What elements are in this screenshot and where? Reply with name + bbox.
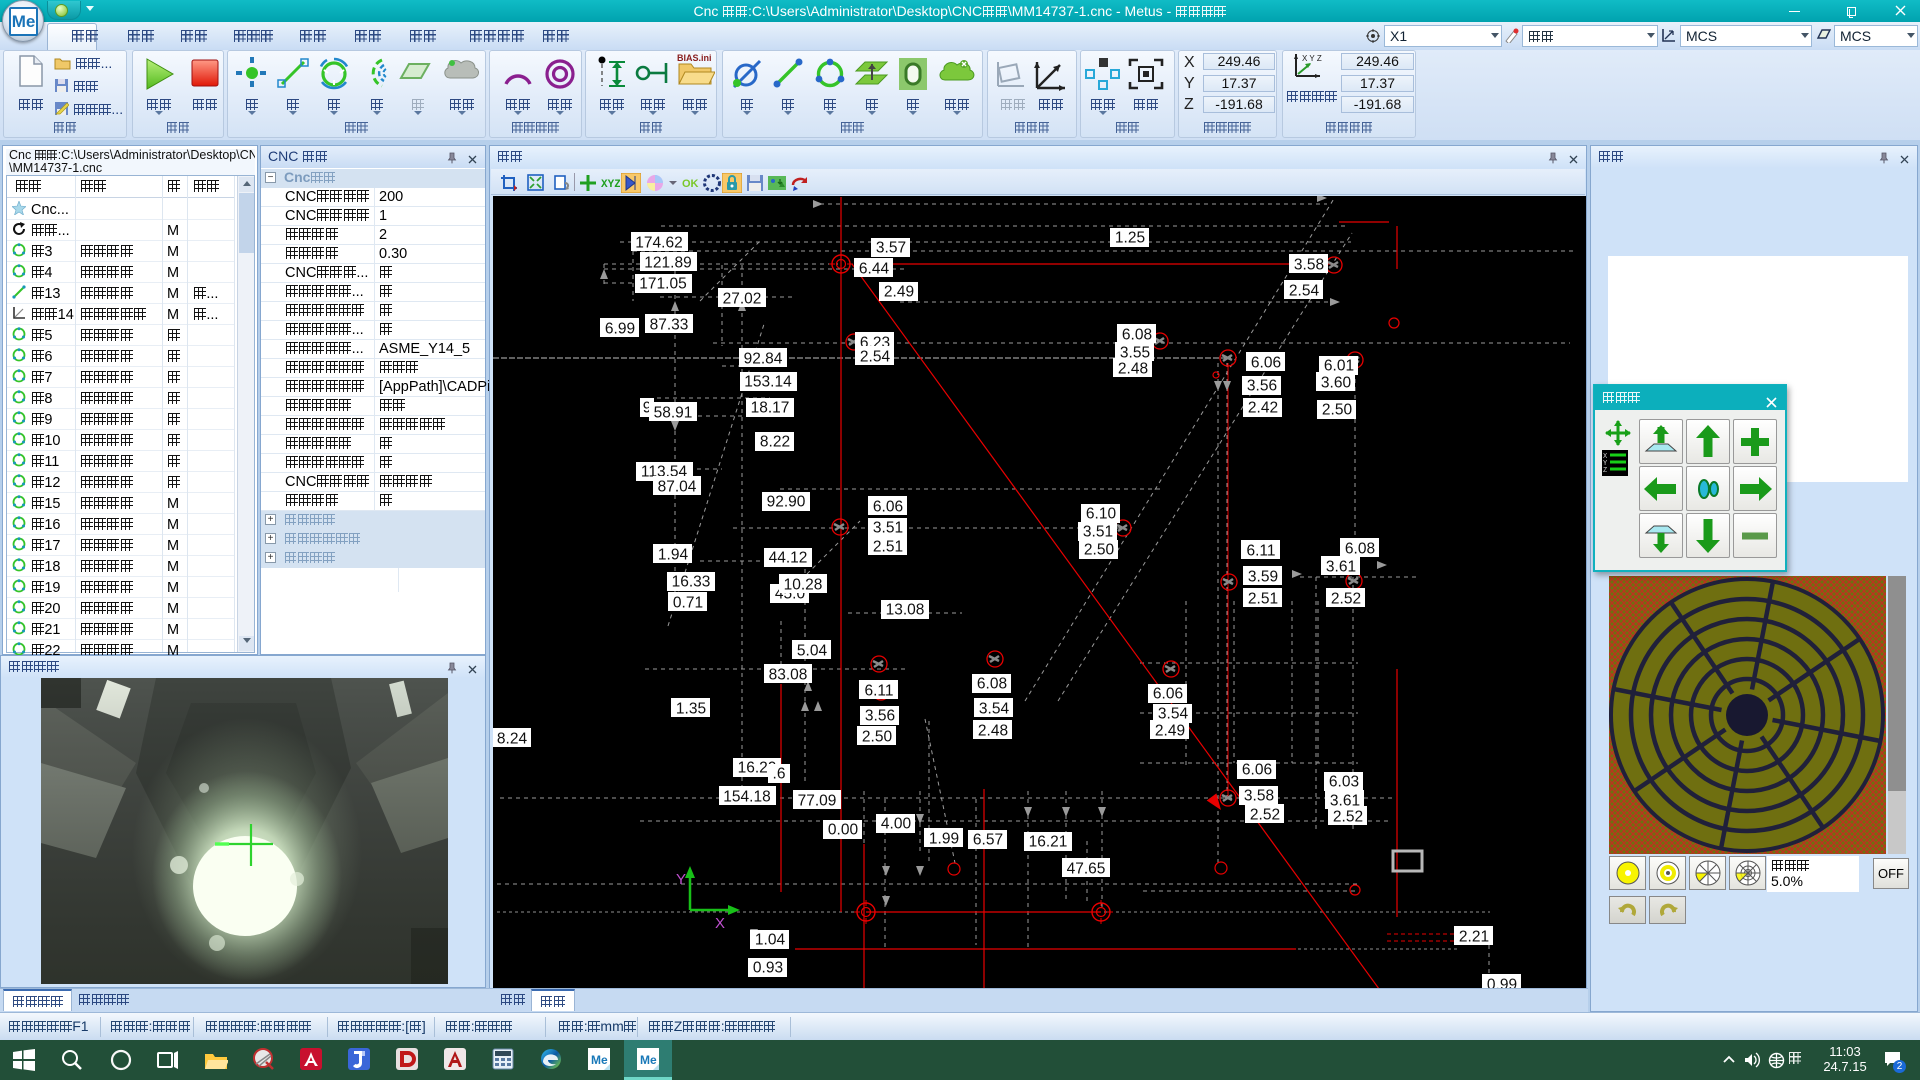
- svg-text:1.35: 1.35: [676, 701, 706, 718]
- svg-text:2.48: 2.48: [1118, 361, 1148, 378]
- svg-text:2.52: 2.52: [1250, 807, 1280, 824]
- svg-text:3.61: 3.61: [1326, 559, 1356, 576]
- svg-text:6.06: 6.06: [873, 499, 903, 516]
- svg-text:13.08: 13.08: [886, 602, 925, 619]
- svg-text:174.62: 174.62: [635, 235, 682, 252]
- svg-text:2.54: 2.54: [1289, 283, 1320, 300]
- svg-text:1.04: 1.04: [755, 932, 786, 949]
- svg-text:2.52: 2.52: [1331, 591, 1361, 608]
- svg-text:8.22: 8.22: [760, 434, 790, 451]
- svg-text:47.65: 47.65: [1067, 861, 1106, 878]
- svg-text:92.84: 92.84: [744, 351, 783, 368]
- svg-text:6.06: 6.06: [1153, 686, 1183, 703]
- svg-text:2.50: 2.50: [1322, 402, 1353, 419]
- svg-text:6.99: 6.99: [605, 321, 635, 338]
- svg-text:X Y Z: X Y Z: [1302, 54, 1322, 63]
- svg-text:3.54: 3.54: [979, 701, 1010, 718]
- svg-text:Y: Y: [676, 871, 686, 888]
- svg-text:2.50: 2.50: [862, 729, 893, 746]
- svg-text:121.89: 121.89: [644, 255, 691, 272]
- svg-text:1.99: 1.99: [929, 831, 959, 848]
- svg-text:3.56: 3.56: [1247, 378, 1277, 395]
- svg-text:2.42: 2.42: [1248, 400, 1278, 417]
- svg-text:16.21: 16.21: [1029, 834, 1068, 851]
- svg-text:3.51: 3.51: [873, 520, 903, 537]
- svg-text:6.11: 6.11: [864, 683, 893, 700]
- svg-text:6.06: 6.06: [1242, 762, 1272, 779]
- svg-text:2.52: 2.52: [1333, 809, 1363, 826]
- svg-text:OK: OK: [682, 178, 699, 190]
- svg-text:27.02: 27.02: [723, 291, 762, 308]
- svg-text:3.51: 3.51: [1083, 524, 1113, 541]
- svg-text:6.57: 6.57: [973, 832, 1003, 849]
- svg-text:3.58: 3.58: [1294, 257, 1324, 274]
- svg-text:171.05: 171.05: [639, 276, 686, 293]
- svg-text:6.11: 6.11: [1246, 543, 1275, 560]
- svg-text:3.57: 3.57: [876, 240, 906, 257]
- svg-text:153.14: 153.14: [744, 374, 792, 391]
- svg-text:6.44: 6.44: [859, 261, 890, 278]
- svg-text:5.04: 5.04: [797, 643, 828, 660]
- svg-text:0.00: 0.00: [828, 822, 859, 839]
- svg-text:3.59: 3.59: [1248, 569, 1278, 586]
- svg-text:BIAS.ini: BIAS.ini: [677, 53, 712, 63]
- svg-text:6.10: 6.10: [1086, 506, 1117, 523]
- svg-text:0.71: 0.71: [673, 595, 703, 612]
- svg-text:10.28: 10.28: [784, 577, 823, 594]
- svg-text:6.01: 6.01: [1324, 358, 1354, 375]
- svg-text:44.12: 44.12: [769, 550, 808, 567]
- svg-text:2.48: 2.48: [978, 723, 1008, 740]
- svg-text:2.54: 2.54: [860, 349, 891, 366]
- svg-text:6.08: 6.08: [977, 676, 1007, 693]
- svg-text:16.33: 16.33: [672, 574, 711, 591]
- svg-text:2.51: 2.51: [1248, 591, 1278, 608]
- svg-text:87.33: 87.33: [650, 317, 689, 334]
- svg-text:.6: .6: [773, 766, 786, 783]
- svg-text:92.90: 92.90: [767, 494, 806, 511]
- svg-text:18.17: 18.17: [751, 400, 790, 417]
- svg-text:4.00: 4.00: [881, 816, 912, 833]
- svg-text:2.51: 2.51: [873, 539, 903, 556]
- svg-text:XYZ: XYZ: [601, 179, 620, 191]
- svg-text:3.56: 3.56: [865, 708, 895, 725]
- svg-text:77.09: 77.09: [798, 793, 837, 810]
- svg-text:2.50: 2.50: [1084, 542, 1115, 559]
- svg-text:6.06: 6.06: [1251, 355, 1281, 372]
- svg-text:X: X: [715, 915, 725, 932]
- svg-text:6.08: 6.08: [1122, 327, 1152, 344]
- svg-text:0.93: 0.93: [753, 960, 783, 977]
- svg-text:Z: Z: [1603, 467, 1607, 475]
- svg-text:3.54: 3.54: [1158, 706, 1189, 723]
- svg-text:Me: Me: [591, 1053, 608, 1067]
- svg-text:1.25: 1.25: [1115, 230, 1145, 247]
- svg-text:3.60: 3.60: [1321, 375, 1352, 392]
- svg-text:87.04: 87.04: [658, 479, 697, 496]
- svg-text:2.21: 2.21: [1459, 929, 1489, 946]
- svg-text:8.24: 8.24: [497, 731, 528, 748]
- svg-text:3.58: 3.58: [1244, 788, 1274, 805]
- svg-text:2.49: 2.49: [884, 284, 914, 301]
- svg-text:Me: Me: [640, 1053, 657, 1067]
- svg-text:83.08: 83.08: [769, 667, 808, 684]
- svg-text:6.03: 6.03: [1329, 774, 1359, 791]
- svg-text:2.49: 2.49: [1155, 723, 1185, 740]
- svg-text:6.08: 6.08: [1345, 541, 1375, 558]
- svg-text:154.18: 154.18: [723, 789, 770, 806]
- svg-text:1.94: 1.94: [658, 547, 689, 564]
- svg-text:58.91: 58.91: [654, 405, 693, 422]
